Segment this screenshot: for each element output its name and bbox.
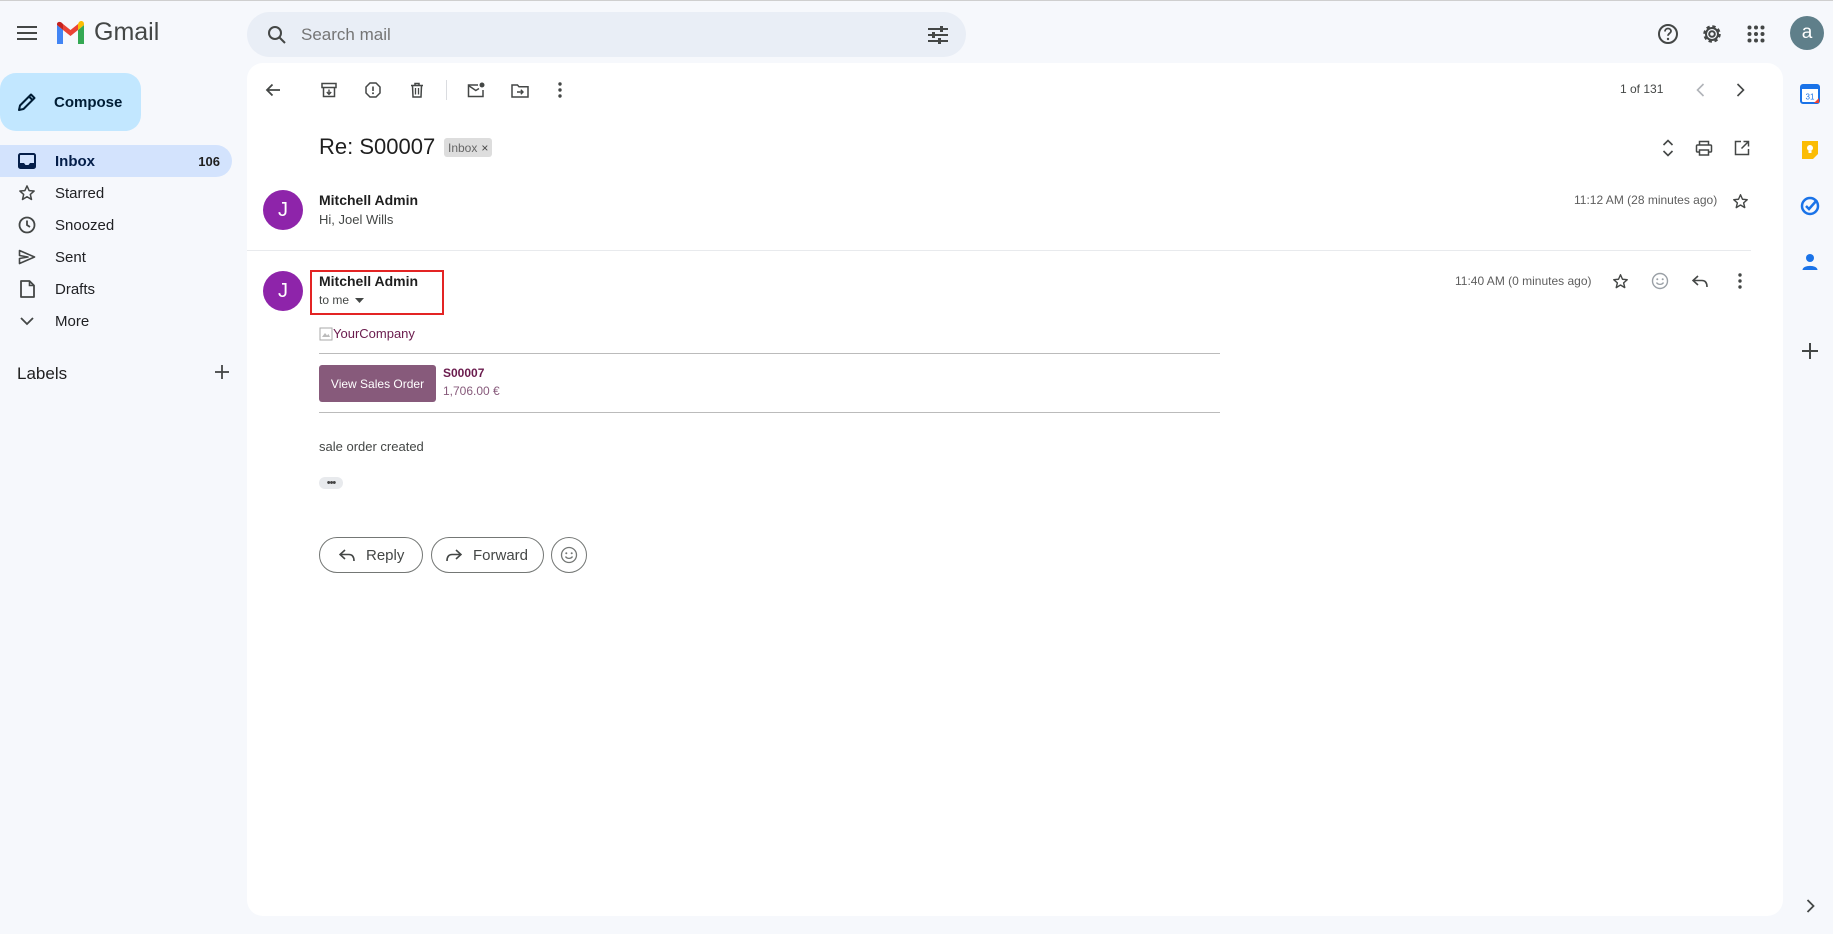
help-icon[interactable] <box>1648 14 1688 54</box>
sidebar-item-starred[interactable]: Starred <box>0 177 232 209</box>
archive-icon[interactable] <box>311 72 347 108</box>
forward-label: Forward <box>473 546 529 564</box>
sidebar-item-label: Drafts <box>55 280 96 298</box>
message-time: 11:40 AM (0 minutes ago) <box>1455 274 1592 288</box>
app-name: Gmail <box>94 18 160 46</box>
calendar-icon[interactable]: 31 <box>1798 82 1822 106</box>
star-icon <box>17 183 37 203</box>
search-input[interactable] <box>299 23 918 46</box>
svg-text:31: 31 <box>1806 93 1815 102</box>
logo-alt-text: YourCompany <box>333 326 415 341</box>
tasks-icon[interactable] <box>1798 194 1822 218</box>
sidebar-item-more[interactable]: More <box>0 305 232 337</box>
sender-avatar[interactable]: J <box>263 271 303 311</box>
email-divider-bottom <box>319 412 1220 413</box>
message-more-options-icon[interactable] <box>1722 263 1758 299</box>
reply-button[interactable]: Reply <box>319 537 423 573</box>
message-divider <box>247 250 1751 251</box>
delete-trash-icon[interactable] <box>399 72 435 108</box>
show-side-panel-chevron-icon[interactable] <box>1798 894 1822 918</box>
send-icon <box>17 247 37 267</box>
sidebar-item-label: Snoozed <box>55 216 115 234</box>
gmail-logo[interactable]: Gmail <box>55 18 159 47</box>
remove-label-icon[interactable]: × <box>481 141 488 155</box>
highlight-box <box>310 270 444 315</box>
unread-count: 106 <box>198 153 220 169</box>
sidebar-item-sent[interactable]: Sent <box>0 241 232 273</box>
forward-button[interactable]: Forward <box>431 537 544 573</box>
forward-arrow-icon <box>446 548 462 561</box>
sender-avatar[interactable]: J <box>263 190 303 230</box>
sidebar-item-label: Sent <box>55 248 86 266</box>
account-avatar[interactable]: a <box>1790 16 1824 50</box>
hamburger-icon <box>17 26 37 40</box>
report-spam-icon[interactable] <box>355 72 391 108</box>
keep-icon[interactable] <box>1798 138 1822 162</box>
sidebar-nav: Inbox 106 Starred Snoozed Sent Drafts Mo… <box>0 145 232 337</box>
label-chip-text: Inbox <box>448 140 478 155</box>
sidebar-item-inbox[interactable]: Inbox 106 <box>0 145 232 177</box>
sender-name[interactable]: Mitchell Admin <box>319 192 418 208</box>
email-divider-top <box>319 353 1220 354</box>
google-apps-icon[interactable] <box>1736 14 1776 54</box>
reply-arrow-icon <box>339 548 355 561</box>
sidebar-item-drafts[interactable]: Drafts <box>0 273 232 305</box>
compose-label: Compose <box>54 93 123 111</box>
smiley-icon <box>560 546 578 564</box>
sidebar-item-label: Starred <box>55 184 105 202</box>
contacts-icon[interactable] <box>1798 250 1822 274</box>
message-view-panel <box>247 63 1783 916</box>
inbox-label-chip: Inbox × <box>444 138 493 157</box>
get-addons-plus-icon[interactable] <box>1798 339 1822 363</box>
expand-all-icon[interactable] <box>1650 130 1686 166</box>
clock-icon <box>17 215 37 235</box>
reply-label: Reply <box>366 546 405 564</box>
inbox-icon <box>17 151 37 171</box>
labels-title: Labels <box>17 364 68 383</box>
gmail-m-icon <box>57 21 84 44</box>
reply-icon[interactable] <box>1682 263 1718 299</box>
message-body-text: sale order created <box>319 439 424 454</box>
toolbar-separator <box>446 80 447 100</box>
add-reaction-icon[interactable] <box>1642 263 1678 299</box>
thread-subject: Re: S00007 <box>319 134 436 159</box>
draft-icon <box>17 279 37 299</box>
sidebar-item-label: Inbox <box>55 152 95 170</box>
top-border <box>0 0 1833 1</box>
search-bar[interactable] <box>247 12 966 57</box>
back-arrow-icon[interactable] <box>255 72 291 108</box>
open-in-new-window-icon[interactable] <box>1724 130 1760 166</box>
emoji-reaction-button[interactable] <box>551 537 587 573</box>
newer-chevron-left-icon[interactable] <box>1682 72 1718 108</box>
sales-order-amount: 1,706.00 € <box>443 384 500 398</box>
main-menu-button[interactable] <box>8 14 46 52</box>
view-sales-order-button[interactable]: View Sales Order <box>319 365 436 402</box>
show-trimmed-content-button[interactable]: ••• <box>319 477 343 489</box>
star-message-icon[interactable] <box>1722 183 1758 219</box>
star-message-icon[interactable] <box>1602 263 1638 299</box>
settings-gear-icon[interactable] <box>1692 14 1732 54</box>
company-logo-image: YourCompany <box>319 326 415 341</box>
print-icon[interactable] <box>1686 130 1722 166</box>
labels-section-header: Labels <box>17 364 229 384</box>
sidebar-item-snoozed[interactable]: Snoozed <box>0 209 232 241</box>
add-label-icon[interactable] <box>215 364 229 384</box>
search-options-icon[interactable] <box>918 15 958 55</box>
move-to-folder-icon[interactable] <box>502 72 538 108</box>
chevron-down-icon <box>17 311 37 331</box>
mark-unread-icon[interactable] <box>458 72 494 108</box>
broken-image-icon <box>319 327 333 340</box>
message-snippet[interactable]: Hi, Joel Wills <box>319 212 393 227</box>
compose-button[interactable]: Compose <box>0 73 141 131</box>
more-options-icon[interactable] <box>542 72 578 108</box>
older-chevron-right-icon[interactable] <box>1722 72 1758 108</box>
sales-order-reference[interactable]: S00007 <box>443 366 484 380</box>
search-icon[interactable] <box>259 17 295 53</box>
message-time: 11:12 AM (28 minutes ago) <box>1574 193 1718 207</box>
sidebar-item-label: More <box>55 312 90 330</box>
pagination-count: 1 of 131 <box>1620 82 1664 96</box>
pencil-icon <box>18 93 36 111</box>
